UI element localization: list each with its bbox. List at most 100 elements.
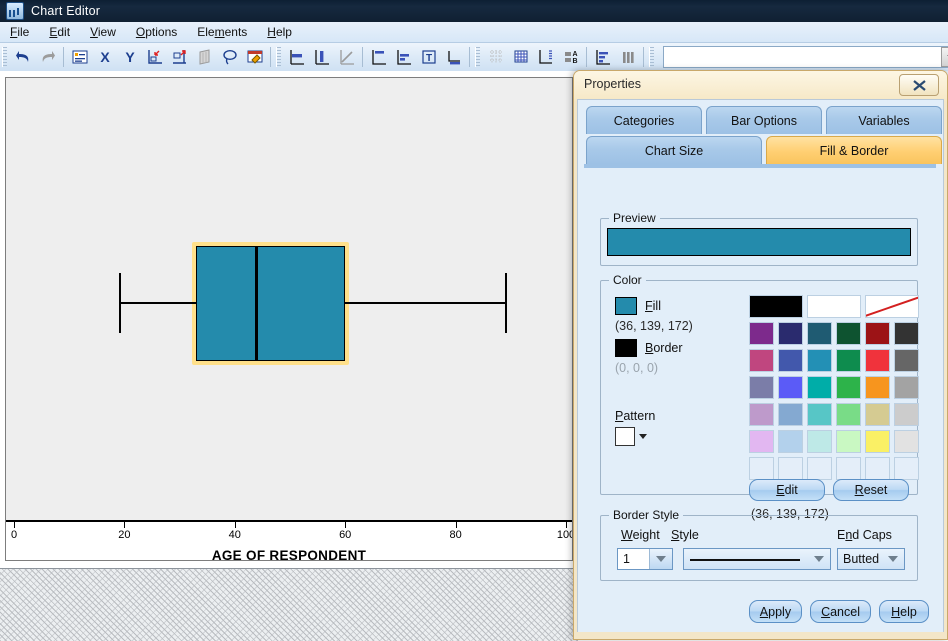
edit-properties-icon[interactable] (243, 46, 266, 69)
toolbar-combo[interactable] (663, 46, 948, 68)
palette-swatch-no-color[interactable] (865, 295, 919, 318)
palette-swatch[interactable] (836, 376, 861, 399)
fill-swatch[interactable] (615, 297, 637, 315)
text-box-icon[interactable]: T (417, 46, 440, 69)
palette-swatch[interactable] (749, 403, 774, 426)
tab-variables[interactable]: Variables (826, 106, 942, 134)
toolbar-combo-arrow[interactable] (941, 47, 948, 67)
stacked-bar-icon[interactable] (392, 46, 415, 69)
distribution-icon[interactable] (591, 46, 614, 69)
tab-categories[interactable]: Categories (586, 106, 702, 134)
palette-swatch[interactable] (836, 457, 861, 480)
transpose-icon[interactable] (143, 46, 166, 69)
palette-swatch[interactable] (894, 322, 919, 345)
chevron-down-icon[interactable] (882, 549, 904, 569)
palette-swatch[interactable] (807, 376, 832, 399)
palette-swatch[interactable] (865, 349, 890, 372)
palette-swatch[interactable] (778, 430, 803, 453)
palette-swatch[interactable] (894, 403, 919, 426)
palette-swatch[interactable] (865, 457, 890, 480)
whisker-cap-high[interactable] (505, 273, 508, 333)
menu-file[interactable]: File (0, 23, 39, 41)
palette-swatch[interactable] (749, 322, 774, 345)
chevron-down-icon[interactable] (649, 549, 672, 569)
chevron-down-icon[interactable] (808, 549, 830, 569)
palette-swatch[interactable] (865, 430, 890, 453)
palette-swatch[interactable] (865, 403, 890, 426)
y-axis-icon[interactable]: Y (118, 46, 141, 69)
chart-canvas-area[interactable]: 0 20 40 60 80 100 AGE OF RESPONDENT (0, 71, 578, 568)
grid-lines-icon[interactable] (484, 46, 507, 69)
reference-line-icon[interactable] (534, 46, 557, 69)
menu-help[interactable]: Help (257, 23, 302, 41)
menu-edit[interactable]: Edit (39, 23, 80, 41)
x-axis-title[interactable]: AGE OF RESPONDENT (6, 548, 572, 560)
whisker-low[interactable] (118, 302, 197, 304)
palette-swatch[interactable] (807, 322, 832, 345)
median-line[interactable] (255, 246, 259, 361)
palette-swatch[interactable] (807, 349, 832, 372)
show-data-labels-icon[interactable] (68, 46, 91, 69)
menu-view[interactable]: View (80, 23, 126, 41)
palette-swatch[interactable] (778, 376, 803, 399)
whisker-cap-low[interactable] (118, 273, 121, 333)
apply-button[interactable]: Apply (748, 600, 803, 623)
pattern-combo[interactable] (615, 427, 647, 446)
box-element[interactable] (196, 246, 346, 361)
swap-axes-icon[interactable] (168, 46, 191, 69)
toolbar-grip[interactable] (475, 47, 480, 67)
palette-swatch[interactable] (865, 376, 890, 399)
palette-swatch[interactable] (894, 430, 919, 453)
tab-bar-options[interactable]: Bar Options (706, 106, 822, 134)
toolbar-grip[interactable] (2, 47, 7, 67)
grid-icon[interactable] (509, 46, 532, 69)
palette-swatch[interactable] (807, 457, 832, 480)
palette-swatch[interactable] (778, 349, 803, 372)
line-chart-icon[interactable] (335, 46, 358, 69)
reset-color-button[interactable]: Reset (833, 479, 909, 501)
palette-swatch[interactable] (894, 376, 919, 399)
chart-frame[interactable]: 0 20 40 60 80 100 AGE OF RESPONDENT (5, 77, 573, 561)
palette-swatch[interactable] (836, 430, 861, 453)
palette-swatch[interactable] (836, 322, 861, 345)
lasso-select-icon[interactable] (218, 46, 241, 69)
undo-icon[interactable] (11, 46, 34, 69)
menu-elements[interactable]: Elements (187, 23, 257, 41)
area-chart-icon[interactable] (367, 46, 390, 69)
menu-options[interactable]: Options (126, 23, 187, 41)
x-axis-icon[interactable]: X (93, 46, 116, 69)
palette-swatch[interactable] (749, 457, 774, 480)
close-button[interactable] (899, 74, 939, 96)
whisker-high[interactable] (345, 302, 506, 304)
border-selector[interactable]: Border (615, 339, 683, 357)
sort-ab-icon[interactable]: AB (559, 46, 582, 69)
palette-swatch[interactable] (807, 403, 832, 426)
fill-selector[interactable]: Fill (615, 297, 661, 315)
palette-swatch[interactable] (894, 457, 919, 480)
palette-swatch[interactable] (778, 322, 803, 345)
border-swatch[interactable] (615, 339, 637, 357)
horizontal-bar-icon[interactable] (285, 46, 308, 69)
toolbar-grip[interactable] (649, 47, 654, 67)
palette-swatch[interactable] (749, 349, 774, 372)
pattern-swatch[interactable] (615, 427, 635, 446)
palette-swatch[interactable] (749, 430, 774, 453)
palette-swatch[interactable] (778, 403, 803, 426)
weight-combo[interactable]: 1 (617, 548, 673, 570)
palette-swatch[interactable] (749, 295, 803, 318)
palette-swatch[interactable] (807, 430, 832, 453)
tab-chart-size[interactable]: Chart Size (586, 136, 762, 164)
dialog-title-bar[interactable]: Properties (574, 71, 947, 101)
palette-swatch[interactable] (894, 349, 919, 372)
3d-rotation-icon[interactable] (193, 46, 216, 69)
baseline-icon[interactable] (442, 46, 465, 69)
palette-swatch[interactable] (836, 403, 861, 426)
x-axis-area[interactable]: 0 20 40 60 80 100 AGE OF RESPONDENT (6, 520, 572, 560)
redo-icon[interactable] (36, 46, 59, 69)
cancel-button[interactable]: Cancel (810, 600, 871, 623)
help-button[interactable]: Help (879, 600, 929, 623)
edit-color-button[interactable]: Edit (749, 479, 825, 501)
palette-swatch[interactable] (807, 295, 861, 318)
end-caps-combo[interactable]: Butted (837, 548, 905, 570)
chevron-down-icon[interactable] (639, 434, 647, 439)
